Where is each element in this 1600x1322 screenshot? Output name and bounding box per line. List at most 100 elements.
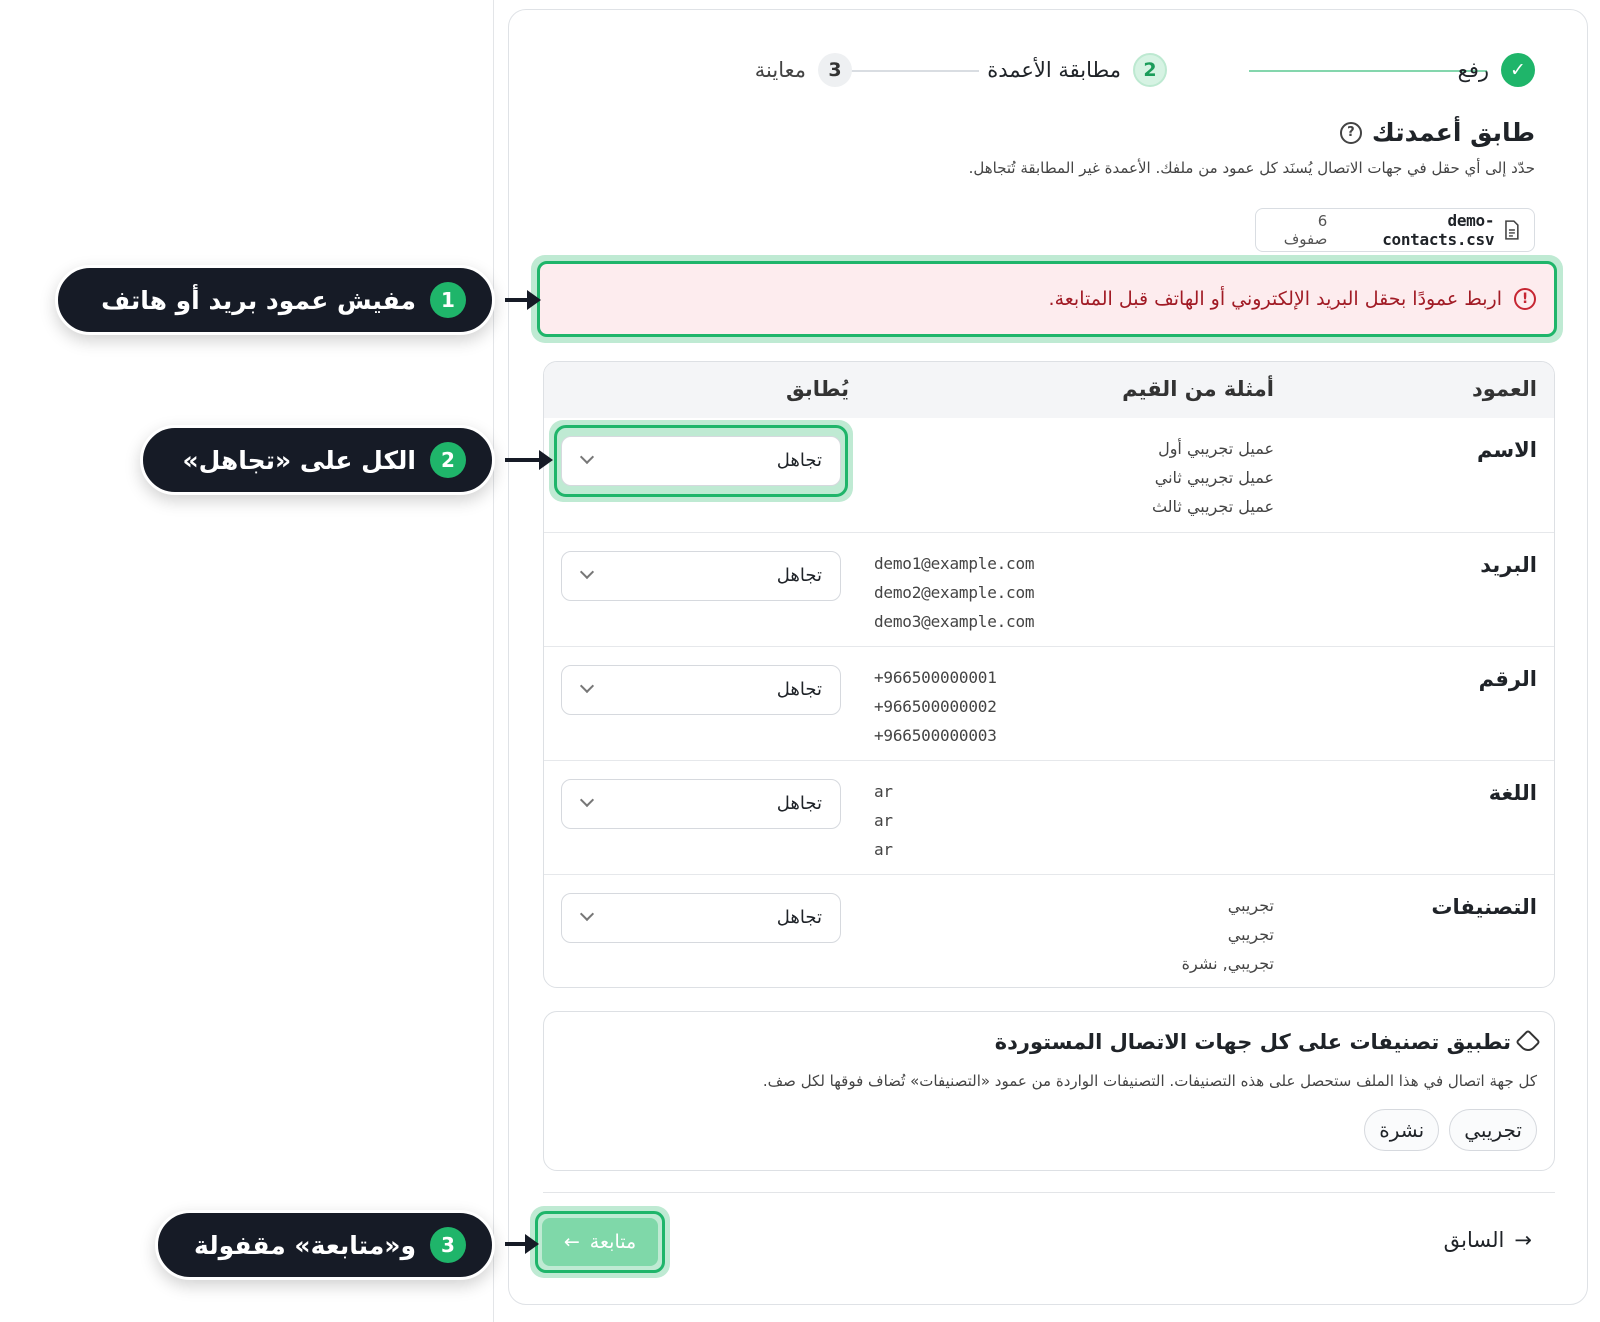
continue-label: متابعة bbox=[589, 1231, 637, 1253]
header-match: يُطابق bbox=[785, 377, 849, 401]
page-title-group: طابق أعمدتك ? bbox=[1339, 118, 1535, 147]
example-value: +966500000003 bbox=[874, 726, 997, 745]
column-name: اللغة bbox=[1488, 781, 1537, 805]
tags-title: تطبيق تصنيفات على كل جهات الاتصال المستو… bbox=[994, 1030, 1511, 1054]
header-examples: أمثلة من القيم bbox=[1122, 377, 1274, 401]
select-value: تجاهل bbox=[776, 907, 822, 928]
error-alert: ! اربط عمودًا بحقل البريد الإلكتروني أو … bbox=[537, 261, 1557, 337]
example-value: +966500000001 bbox=[874, 668, 997, 687]
table-row: الرقم +966500000001 +966500000002 +96650… bbox=[544, 646, 1554, 760]
chevron-down-icon bbox=[579, 678, 595, 694]
arrow-left-icon: ← bbox=[563, 1231, 580, 1253]
file-row-count: 6 صفوف bbox=[1283, 212, 1328, 248]
callout-text: الكل على «تجاهل» bbox=[182, 445, 416, 475]
example-values: تجريبي تجريبي تجريبي, نشرة bbox=[1182, 891, 1274, 978]
example-value: demo3@example.com bbox=[874, 612, 1035, 631]
callout-3: 3 و«متابعة» مقفولة bbox=[155, 1210, 495, 1280]
match-select[interactable]: تجاهل bbox=[561, 893, 841, 943]
step-label: مطابقة الأعمدة bbox=[987, 58, 1121, 82]
column-name: البريد bbox=[1480, 553, 1537, 577]
continue-button[interactable]: متابعة ← bbox=[542, 1218, 658, 1266]
select-value: تجاهل bbox=[776, 450, 822, 471]
file-icon bbox=[1505, 220, 1519, 240]
table-header: العمود أمثلة من القيم يُطابق bbox=[544, 362, 1554, 418]
tags-description: كل جهة اتصال في هذا الملف ستحصل على هذه … bbox=[762, 1072, 1537, 1090]
example-values: demo1@example.com demo2@example.com demo… bbox=[874, 549, 1046, 636]
example-value: تجريبي, نشرة bbox=[1181, 954, 1274, 973]
help-icon[interactable]: ? bbox=[1339, 121, 1362, 144]
alert-circle-icon: ! bbox=[1514, 288, 1536, 310]
step-preview[interactable]: 3 معاينة bbox=[755, 53, 852, 87]
step-number: 2 bbox=[1133, 53, 1167, 87]
chevron-down-icon bbox=[579, 449, 595, 465]
step-upload[interactable]: ✓ رفع bbox=[1458, 53, 1535, 87]
previous-button[interactable]: → السابق bbox=[1444, 1228, 1532, 1252]
tag-chip[interactable]: تجريبي bbox=[1449, 1109, 1537, 1151]
stepper-line-done bbox=[1249, 70, 1487, 72]
column-name: الرقم bbox=[1478, 667, 1537, 691]
callout-2: 2 الكل على «تجاهل» bbox=[140, 425, 495, 495]
match-select[interactable]: تجاهل bbox=[561, 551, 841, 601]
stepper-line-pending bbox=[839, 70, 979, 72]
callout-number: 2 bbox=[430, 442, 466, 478]
example-value: ar bbox=[874, 811, 893, 830]
callout-text: و«متابعة» مقفولة bbox=[194, 1230, 416, 1260]
tags-section: تطبيق تصنيفات على كل جهات الاتصال المستو… bbox=[543, 1011, 1555, 1171]
tag-chips: تجريبي نشرة bbox=[1364, 1109, 1537, 1151]
table-row: الاسم عميل تجريبي أول عميل تجريبي ثاني ع… bbox=[544, 418, 1554, 532]
column-name: التصنيفات bbox=[1431, 895, 1537, 919]
example-value: عميل تجريبي أول bbox=[1158, 439, 1274, 458]
tags-title-group: تطبيق تصنيفات على كل جهات الاتصال المستو… bbox=[994, 1029, 1541, 1055]
column-name: الاسم bbox=[1477, 438, 1537, 462]
match-select[interactable]: تجاهل bbox=[561, 436, 841, 486]
select-value: تجاهل bbox=[776, 565, 822, 586]
check-icon: ✓ bbox=[1501, 53, 1535, 87]
example-value: demo2@example.com bbox=[874, 583, 1035, 602]
arrow-right-icon: → bbox=[1514, 1228, 1532, 1252]
example-value: ar bbox=[874, 840, 893, 859]
example-values: عميل تجريبي أول عميل تجريبي ثاني عميل تج… bbox=[1152, 434, 1274, 521]
callout-number: 1 bbox=[430, 282, 466, 318]
footer-divider bbox=[543, 1192, 1555, 1193]
table-row: اللغة ar ar ar تجاهل bbox=[544, 760, 1554, 874]
tag-chip[interactable]: نشرة bbox=[1364, 1109, 1440, 1151]
file-name: demo-contacts.csv bbox=[1382, 211, 1495, 249]
example-values: ar ar ar bbox=[874, 777, 1046, 864]
match-select[interactable]: تجاهل bbox=[561, 779, 841, 829]
example-value: demo1@example.com bbox=[874, 554, 1035, 573]
callout-number: 3 bbox=[430, 1227, 466, 1263]
step-label: معاينة bbox=[754, 58, 806, 82]
chevron-down-icon bbox=[579, 906, 595, 922]
callout-arrow-icon bbox=[505, 290, 541, 310]
step-map-columns[interactable]: 2 مطابقة الأعمدة bbox=[987, 53, 1167, 87]
chevron-down-icon bbox=[579, 792, 595, 808]
step-number: 3 bbox=[818, 53, 852, 87]
step-label: رفع bbox=[1457, 58, 1489, 82]
page-edge bbox=[493, 0, 494, 1322]
example-value: عميل تجريبي ثالث bbox=[1151, 497, 1274, 516]
file-chip: demo-contacts.csv 6 صفوف bbox=[1255, 208, 1535, 252]
table-row: التصنيفات تجريبي تجريبي تجريبي, نشرة تجا… bbox=[544, 874, 1554, 987]
example-values: +966500000001 +966500000002 +96650000000… bbox=[874, 663, 1046, 750]
alert-text: اربط عمودًا بحقل البريد الإلكتروني أو ال… bbox=[1048, 288, 1502, 310]
chevron-down-icon bbox=[579, 564, 595, 580]
callout-arrow-icon bbox=[505, 1234, 539, 1254]
example-value: ar bbox=[874, 782, 893, 801]
example-value: تجريبي bbox=[1227, 896, 1274, 915]
callout-text: مفيش عمود بريد أو هاتف bbox=[101, 285, 416, 315]
previous-label: السابق bbox=[1443, 1228, 1505, 1252]
example-value: تجريبي bbox=[1227, 925, 1274, 944]
mapping-table: العمود أمثلة من القيم يُطابق الاسم عميل … bbox=[543, 361, 1555, 988]
tag-icon bbox=[1515, 1029, 1541, 1055]
example-value: عميل تجريبي ثاني bbox=[1154, 468, 1274, 487]
page-subtitle: حدّد إلى أي حقل في جهات الاتصال يُسنَد ك… bbox=[968, 159, 1535, 177]
select-value: تجاهل bbox=[776, 793, 822, 814]
page-title: طابق أعمدتك bbox=[1371, 118, 1535, 147]
example-value: +966500000002 bbox=[874, 697, 997, 716]
callout-1: 1 مفيش عمود بريد أو هاتف bbox=[55, 265, 495, 335]
table-row: البريد demo1@example.com demo2@example.c… bbox=[544, 532, 1554, 646]
header-column: العمود bbox=[1472, 377, 1537, 401]
match-select[interactable]: تجاهل bbox=[561, 665, 841, 715]
select-value: تجاهل bbox=[776, 679, 822, 700]
callout-arrow-icon bbox=[505, 450, 553, 470]
